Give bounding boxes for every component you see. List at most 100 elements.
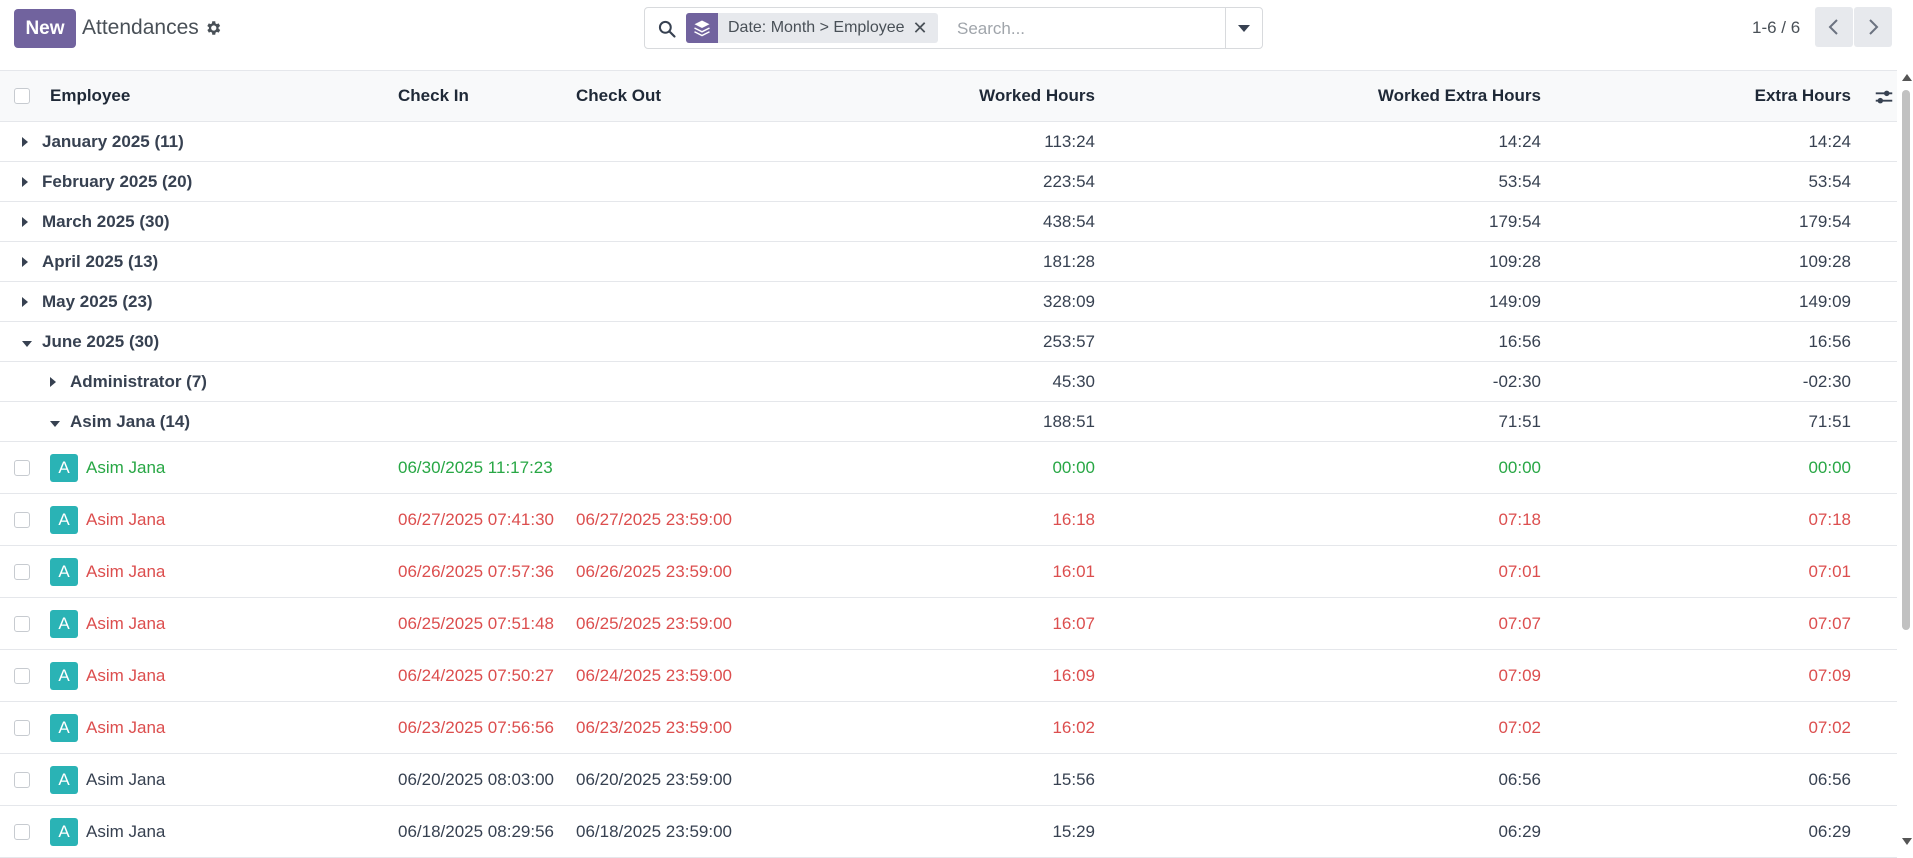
column-worked-hours[interactable]: Worked Hours xyxy=(979,71,1095,121)
subgroup-worked-extra-hours: -02:30 xyxy=(1492,371,1541,391)
chevron-right-icon xyxy=(1869,19,1879,35)
worked-hours: 16:09 xyxy=(1052,665,1095,685)
row-checkbox[interactable] xyxy=(14,494,30,545)
table-row[interactable]: A Asim Jana 06/23/2025 07:56:56 06/23/202… xyxy=(0,702,1897,754)
group-worked-extra-hours: 179:54 xyxy=(1489,211,1541,231)
group-worked-hours: 438:54 xyxy=(1043,211,1095,231)
select-all-checkbox[interactable] xyxy=(14,71,30,121)
group-extra-hours: 149:09 xyxy=(1799,291,1851,311)
caret-right-icon xyxy=(22,176,28,187)
row-checkbox[interactable] xyxy=(14,598,30,649)
table-row[interactable]: A Asim Jana 06/30/2025 11:17:23 00:00 00:… xyxy=(0,442,1897,494)
row-checkbox[interactable] xyxy=(14,546,30,597)
search-facet: Date: Month > Employee ✕ xyxy=(686,13,938,43)
table-row[interactable]: A Asim Jana 06/25/2025 07:51:48 06/25/202… xyxy=(0,598,1897,650)
worked-hours: 16:18 xyxy=(1052,509,1095,529)
column-check-in[interactable]: Check In xyxy=(398,71,469,121)
group-label: May 2025 (23) xyxy=(42,291,153,311)
caret-down-icon xyxy=(1238,24,1250,32)
scroll-down-icon[interactable] xyxy=(1902,838,1912,845)
attendance-list: Employee Check In Check Out Worked Hours… xyxy=(0,70,1897,858)
avatar: A xyxy=(50,505,78,534)
group-row-expanded[interactable]: June 2025 (30) 253:57 16:56 16:56 xyxy=(0,322,1897,362)
worked-extra-hours: 07:18 xyxy=(1498,509,1541,529)
group-worked-extra-hours: 109:28 xyxy=(1489,251,1541,271)
worked-extra-hours: 07:07 xyxy=(1498,613,1541,633)
page-title: Attendances xyxy=(82,16,199,39)
pager-previous-button[interactable] xyxy=(1815,7,1853,47)
check-in: 06/20/2025 08:03:00 xyxy=(398,769,554,789)
table-row[interactable]: A Asim Jana 06/20/2025 08:03:00 06/20/202… xyxy=(0,754,1897,806)
row-checkbox[interactable] xyxy=(14,754,30,805)
group-worked-hours: 253:57 xyxy=(1043,331,1095,351)
table-row[interactable]: A Asim Jana 06/27/2025 07:41:30 06/27/202… xyxy=(0,494,1897,546)
search-icon[interactable] xyxy=(657,19,677,39)
search-options-toggle[interactable] xyxy=(1225,8,1262,48)
group-extra-hours: 53:54 xyxy=(1808,171,1851,191)
caret-right-icon xyxy=(22,296,28,307)
table-row[interactable]: A Asim Jana 06/26/2025 07:57:36 06/26/202… xyxy=(0,546,1897,598)
check-in: 06/30/2025 11:17:23 xyxy=(398,457,553,477)
subgroup-label: Asim Jana (14) xyxy=(70,411,190,431)
group-row[interactable]: April 2025 (13) 181:28 109:28 109:28 xyxy=(0,242,1897,282)
extra-hours: 07:09 xyxy=(1808,665,1851,685)
group-row[interactable]: May 2025 (23) 328:09 149:09 149:09 xyxy=(0,282,1897,322)
employee-name: Asim Jana xyxy=(86,821,166,841)
gear-icon[interactable] xyxy=(204,19,222,37)
layers-icon xyxy=(686,13,718,43)
avatar: A xyxy=(50,765,78,794)
avatar: A xyxy=(50,817,78,846)
row-checkbox[interactable] xyxy=(14,442,30,493)
group-worked-extra-hours: 149:09 xyxy=(1489,291,1541,311)
column-employee[interactable]: Employee xyxy=(50,71,130,121)
pager-next-button[interactable] xyxy=(1854,7,1892,47)
employee-name: Asim Jana xyxy=(86,665,166,685)
check-out: 06/26/2025 23:59:00 xyxy=(576,561,732,581)
column-worked-extra-hours[interactable]: Worked Extra Hours xyxy=(1378,71,1541,121)
vertical-scrollbar[interactable] xyxy=(1899,70,1913,851)
facet-remove-icon[interactable]: ✕ xyxy=(913,18,938,39)
extra-hours: 07:18 xyxy=(1808,509,1851,529)
table-row[interactable]: A Asim Jana 06/24/2025 07:50:27 06/24/202… xyxy=(0,650,1897,702)
row-checkbox[interactable] xyxy=(14,806,30,857)
column-extra-hours[interactable]: Extra Hours xyxy=(1755,71,1851,121)
new-button[interactable]: New xyxy=(14,9,76,48)
extra-hours: 06:56 xyxy=(1808,769,1851,789)
caret-right-icon xyxy=(22,216,28,227)
check-out: 06/20/2025 23:59:00 xyxy=(576,769,732,789)
scrollbar-thumb[interactable] xyxy=(1902,90,1910,630)
extra-hours: 07:01 xyxy=(1808,561,1851,581)
worked-hours: 15:56 xyxy=(1052,769,1095,789)
check-out: 06/23/2025 23:59:00 xyxy=(576,717,732,737)
column-check-out[interactable]: Check Out xyxy=(576,71,661,121)
group-worked-hours: 113:24 xyxy=(1044,131,1095,151)
scroll-up-icon[interactable] xyxy=(1902,74,1912,81)
check-in: 06/27/2025 07:41:30 xyxy=(398,509,554,529)
table-row[interactable]: A Asim Jana 06/18/2025 08:29:56 06/18/202… xyxy=(0,806,1897,858)
group-row[interactable]: February 2025 (20) 223:54 53:54 53:54 xyxy=(0,162,1897,202)
avatar: A xyxy=(50,713,78,742)
pager-value[interactable]: 1-6 / 6 xyxy=(1752,18,1800,38)
group-worked-hours: 181:28 xyxy=(1043,251,1095,271)
group-extra-hours: 14:24 xyxy=(1808,131,1851,151)
group-label: June 2025 (30) xyxy=(42,331,160,351)
check-in: 06/26/2025 07:57:36 xyxy=(398,561,554,581)
group-label: February 2025 (20) xyxy=(42,171,193,191)
caret-down-icon xyxy=(50,420,60,427)
worked-extra-hours: 07:09 xyxy=(1498,665,1541,685)
row-checkbox[interactable] xyxy=(14,650,30,701)
check-in: 06/23/2025 07:56:56 xyxy=(398,717,554,737)
group-row[interactable]: March 2025 (30) 438:54 179:54 179:54 xyxy=(0,202,1897,242)
subgroup-row[interactable]: Administrator (7) 45:30 -02:30 -02:30 xyxy=(0,362,1897,402)
group-row[interactable]: January 2025 (11) 113:24 14:24 14:24 xyxy=(0,122,1897,162)
subgroup-worked-extra-hours: 71:51 xyxy=(1498,411,1541,431)
row-checkbox[interactable] xyxy=(14,702,30,753)
worked-hours: 16:02 xyxy=(1052,717,1095,737)
search-input[interactable] xyxy=(955,16,1259,42)
subgroup-extra-hours: -02:30 xyxy=(1802,371,1851,391)
column-settings-icon[interactable] xyxy=(1873,86,1895,108)
subgroup-row-expanded[interactable]: Asim Jana (14) 188:51 71:51 71:51 xyxy=(0,402,1897,442)
worked-extra-hours: 00:00 xyxy=(1498,457,1541,477)
employee-name: Asim Jana xyxy=(86,561,166,581)
group-worked-hours: 328:09 xyxy=(1043,291,1095,311)
